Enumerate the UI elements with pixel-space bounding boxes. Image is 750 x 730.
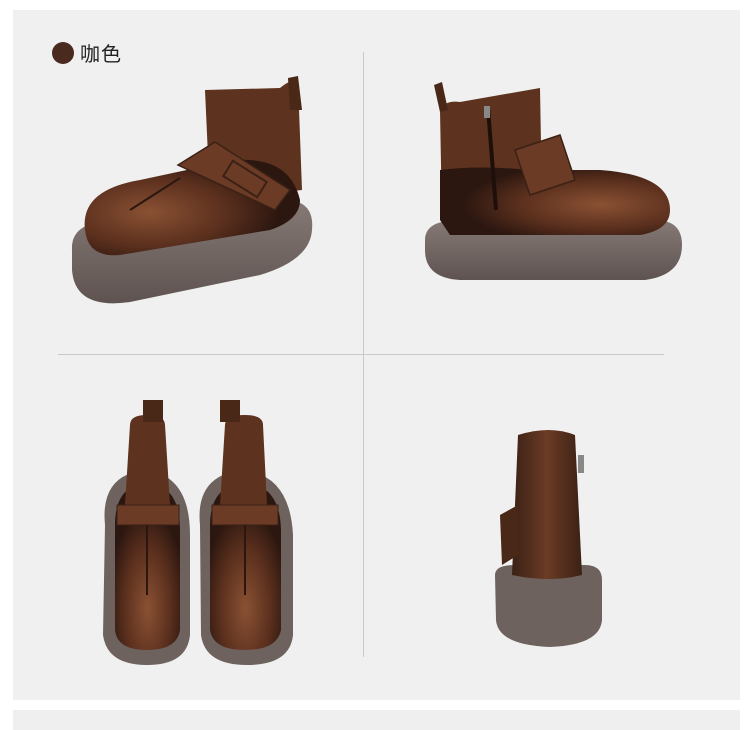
bottom-strip: [13, 710, 740, 730]
divider-horizontal: [58, 354, 664, 355]
boot-side-left-image: [71, 76, 313, 304]
boots-top-pair-image: [103, 400, 293, 665]
color-option-label: 咖色: [52, 38, 122, 67]
color-name: 咖色: [80, 42, 122, 66]
boot-back-image: [495, 430, 602, 647]
color-swatch: [52, 41, 74, 64]
boot-side-right-image: [425, 82, 682, 280]
